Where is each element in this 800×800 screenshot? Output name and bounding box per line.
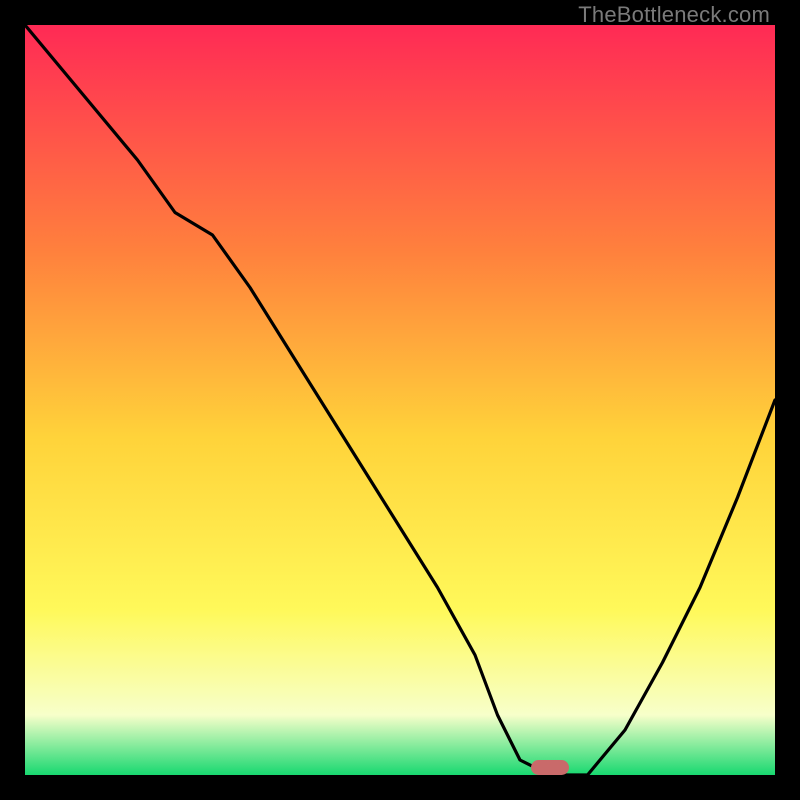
chart-frame <box>25 25 775 775</box>
chart-svg <box>25 25 775 775</box>
optimal-marker <box>531 760 569 775</box>
watermark-text: TheBottleneck.com <box>578 2 770 28</box>
